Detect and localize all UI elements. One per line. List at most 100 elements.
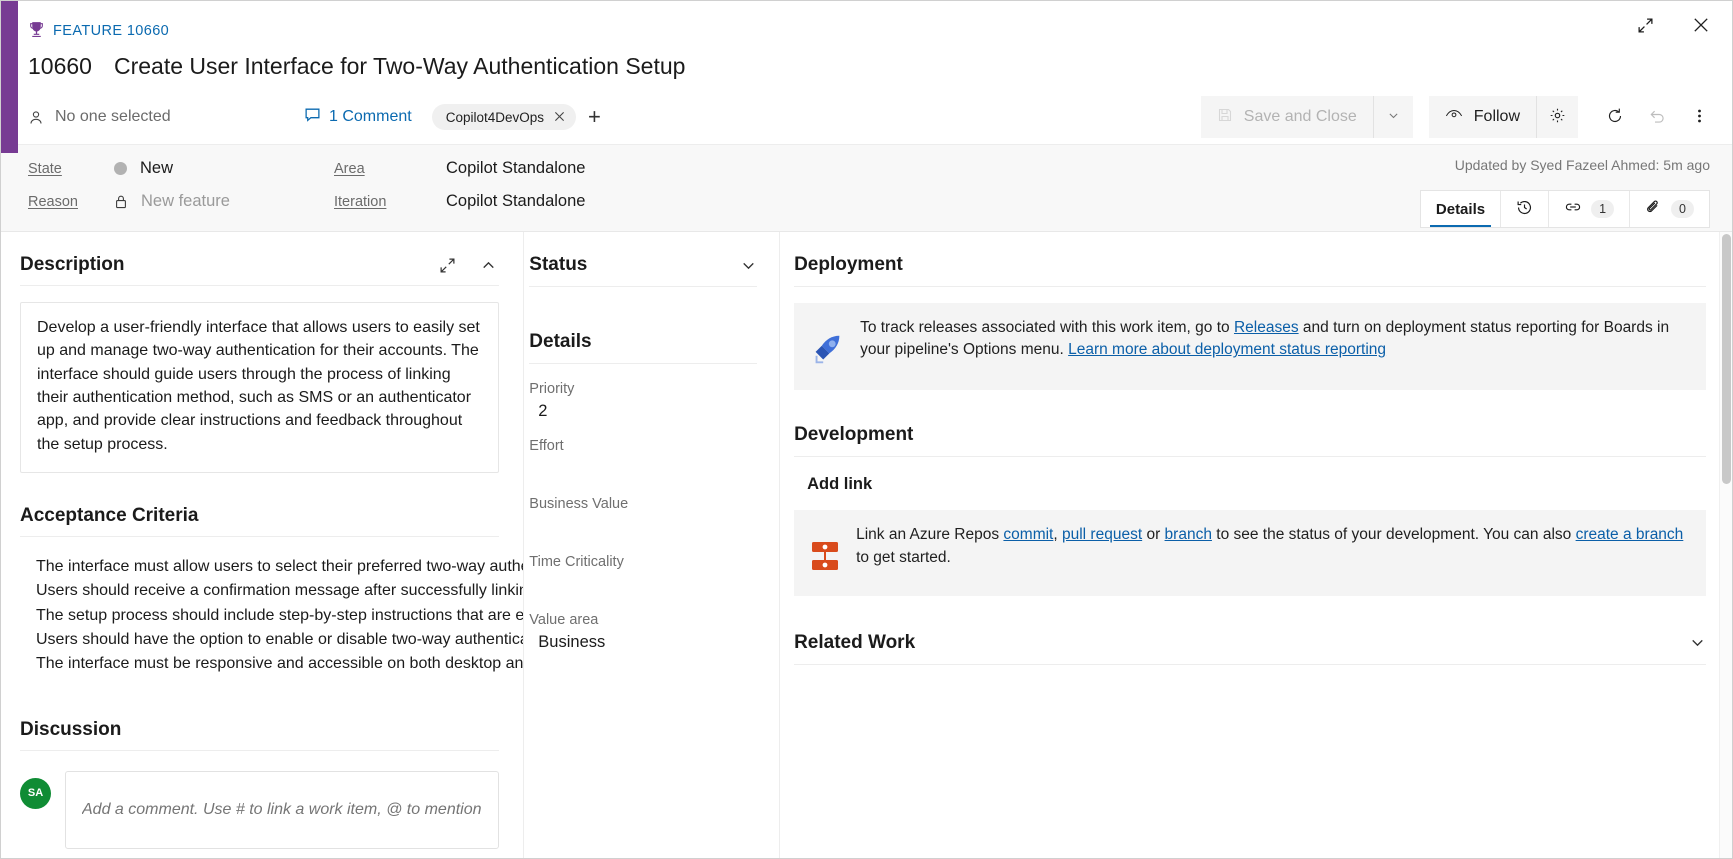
comment-count-link[interactable]: 1 Comment	[304, 106, 412, 128]
learn-more-deployment-link[interactable]: Learn more about deployment status repor…	[1068, 341, 1386, 358]
acceptance-criteria-line: Users should receive a confirmation mess…	[36, 582, 523, 600]
reason-value: New feature	[141, 192, 230, 210]
save-icon	[1217, 107, 1233, 128]
pull-request-link[interactable]: pull request	[1062, 526, 1142, 543]
tag-label: Copilot4DevOps	[445, 109, 544, 125]
acceptance-criteria-line: Users should have the option to enable o…	[36, 631, 523, 649]
add-link-label[interactable]: Add link	[794, 475, 1706, 494]
refresh-button[interactable]	[1594, 96, 1636, 138]
attachment-icon	[1645, 199, 1662, 220]
details-panel-header: Details	[529, 331, 758, 364]
close-icon[interactable]	[1682, 7, 1720, 43]
development-text-or: or	[1142, 526, 1165, 544]
effort-value[interactable]	[529, 454, 757, 479]
discussion-input-row: SA	[20, 770, 500, 849]
work-item-header: FEATURE 10660 10660 Create User Interfac…	[1, 1, 1732, 144]
add-tag-button[interactable]: +	[588, 106, 601, 128]
value-area-value[interactable]: Business	[529, 628, 757, 652]
undo-button[interactable]	[1636, 96, 1678, 138]
left-column: Description Develop a user-friendly inte…	[1, 232, 525, 858]
trophy-icon	[28, 21, 45, 41]
priority-value[interactable]: 2	[529, 397, 757, 421]
development-text-part3: to get started.	[856, 548, 951, 566]
follow-label: Follow	[1473, 108, 1520, 125]
related-work-title: Related Work	[794, 631, 916, 653]
state-value: New	[140, 159, 174, 177]
deployment-title: Deployment	[794, 254, 903, 275]
status-panel-title: Status	[529, 254, 588, 275]
tab-attachments[interactable]: 0	[1630, 191, 1709, 227]
tab-links[interactable]: 1	[1549, 191, 1631, 227]
time-criticality-field: Time Criticality	[529, 554, 757, 595]
assigned-to-field[interactable]: No one selected	[28, 108, 304, 126]
value-area-label: Value area	[529, 612, 599, 628]
business-value-value[interactable]	[529, 512, 757, 537]
area-field[interactable]: Copilot Standalone	[446, 159, 706, 178]
development-panel: Development Add link Link an Azure Repos…	[794, 424, 1707, 596]
branch-link[interactable]: branch	[1165, 526, 1212, 543]
save-dropdown-button[interactable]	[1372, 96, 1413, 138]
work-item-dialog: FEATURE 10660 10660 Create User Interfac…	[0, 0, 1733, 859]
acceptance-criteria-section: Acceptance Criteria The interface must a…	[20, 505, 524, 677]
related-work-header: Related Work	[794, 631, 1707, 665]
refresh-icon	[1606, 107, 1624, 128]
state-dot-icon	[114, 162, 127, 175]
chevron-up-icon[interactable]	[478, 255, 499, 276]
save-and-close-label: Save and Close	[1243, 108, 1357, 125]
more-options-button[interactable]	[1678, 96, 1720, 138]
settings-button[interactable]	[1536, 96, 1578, 138]
vertical-scrollbar[interactable]	[1719, 232, 1732, 858]
development-text-comma: ,	[1053, 526, 1062, 544]
expand-icon[interactable]	[1626, 7, 1664, 43]
updated-by-text: Updated by Syed Fazeel Ahmed: 5m ago	[1454, 157, 1710, 173]
chevron-down-icon[interactable]	[740, 257, 757, 274]
acceptance-criteria-line: The interface must be responsive and acc…	[36, 655, 524, 673]
iteration-label: Iteration	[334, 193, 387, 210]
close-icon[interactable]	[554, 109, 565, 125]
work-item-title-row: 10660 Create User Interface for Two-Way …	[28, 49, 1732, 90]
discussion-section: Discussion SA	[20, 718, 500, 849]
tab-details[interactable]: Details	[1420, 191, 1502, 227]
iteration-field[interactable]: Copilot Standalone	[446, 192, 706, 211]
discussion-title: Discussion	[20, 718, 122, 740]
time-criticality-value[interactable]	[529, 570, 757, 595]
state-field[interactable]: New	[114, 159, 334, 178]
chevron-down-icon	[1387, 109, 1400, 125]
description-header: Description	[20, 254, 500, 286]
create-branch-link[interactable]: create a branch	[1576, 526, 1684, 543]
work-item-title[interactable]: Create User Interface for Two-Way Authen…	[114, 53, 685, 80]
work-item-fields-strip: State New Area Copilot Standalone Reason…	[1, 144, 1732, 232]
middle-column: Status Details Priority 2 Effort Busines…	[524, 232, 781, 858]
commit-link[interactable]: commit	[1003, 526, 1053, 543]
details-panel: Details Priority 2 Effort Business Value…	[529, 331, 758, 652]
deployment-header: Deployment	[794, 254, 1707, 287]
development-info-card: Link an Azure Repos commit, pull request…	[794, 510, 1707, 596]
rocket-icon	[808, 331, 846, 376]
acceptance-criteria-text[interactable]: The interface must allow users to select…	[20, 555, 524, 677]
expand-icon[interactable]	[437, 255, 458, 276]
value-area-field: Value area Business	[529, 612, 757, 652]
deployment-info-card: To track releases associated with this w…	[794, 303, 1707, 391]
right-column: Deployment To track releases associated …	[780, 232, 1732, 858]
releases-link[interactable]: Releases	[1234, 319, 1299, 336]
work-item-meta-row: No one selected 1 Comment Copilot4DevOps	[28, 90, 1732, 144]
eye-icon	[1445, 107, 1463, 127]
reason-label: Reason	[28, 193, 78, 210]
work-item-type-label[interactable]: FEATURE 10660	[53, 23, 169, 39]
description-text[interactable]: Develop a user-friendly interface that a…	[20, 302, 500, 474]
comment-input[interactable]	[65, 770, 500, 849]
tab-history[interactable]	[1501, 191, 1550, 227]
details-panel-title: Details	[529, 331, 592, 352]
tab-attachments-count: 0	[1671, 200, 1694, 218]
tag-chip[interactable]: Copilot4DevOps	[431, 104, 576, 130]
save-and-close-button[interactable]: Save and Close	[1200, 96, 1373, 138]
save-and-close-group: Save and Close	[1200, 96, 1413, 138]
scrollbar-thumb[interactable]	[1722, 234, 1731, 484]
follow-group: Follow	[1428, 96, 1578, 138]
description-title: Description	[20, 254, 125, 275]
chevron-down-icon[interactable]	[1689, 634, 1706, 651]
area-label: Area	[334, 160, 365, 177]
business-value-field: Business Value	[529, 496, 757, 537]
follow-button[interactable]: Follow	[1428, 96, 1536, 138]
description-section: Description Develop a user-friendly inte…	[20, 254, 500, 474]
